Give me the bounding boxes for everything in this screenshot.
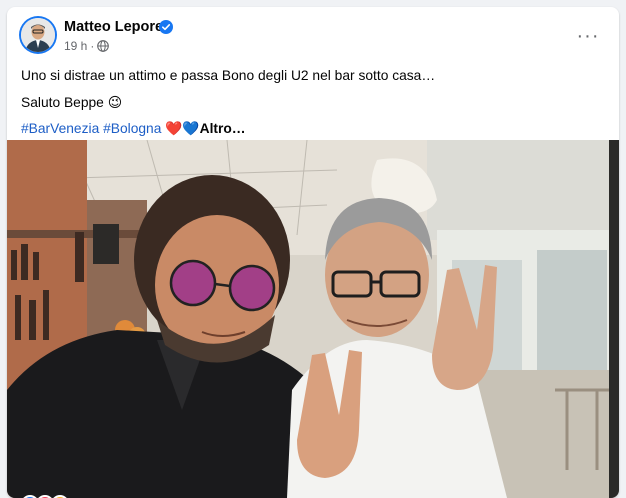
globe-icon[interactable]: [97, 40, 110, 52]
avatar-image: [21, 18, 55, 52]
verified-badge-icon: [159, 20, 173, 34]
see-more-link[interactable]: Altro…: [200, 121, 246, 136]
hearts-emoji-icon: ❤️💙: [165, 121, 200, 136]
hashtag-barvenezia[interactable]: #BarVenezia: [21, 121, 99, 136]
post-meta: 19 h ·: [64, 39, 110, 53]
post-header: Matteo Lepore 19 h · ···: [7, 7, 619, 55]
author-name[interactable]: Matteo Lepore: [64, 19, 163, 35]
post-text-greeting: Saluto Beppe: [21, 95, 104, 110]
hashtag-line: #BarVenezia #Bologna ❤️💙Altro…: [21, 120, 246, 138]
meta-separator: ·: [90, 39, 95, 53]
wink-emoji-icon: 😉: [107, 95, 123, 110]
hashtag-bologna[interactable]: #Bologna: [103, 121, 161, 136]
post-card: Matteo Lepore 19 h · ··· Uno si distrae …: [7, 7, 619, 498]
more-options-icon[interactable]: ···: [573, 21, 603, 51]
post-photo[interactable]: [7, 140, 619, 498]
post-timestamp[interactable]: 19 h: [64, 39, 87, 53]
author-avatar[interactable]: [21, 18, 55, 52]
post-text-line: Uno si distrae un attimo e passa Bono de…: [21, 67, 435, 85]
post-text-sentence: Uno si distrae un attimo e passa Bono de…: [21, 68, 436, 83]
photo-image: [7, 140, 619, 498]
post-text-line: Saluto Beppe 😉: [21, 94, 122, 112]
